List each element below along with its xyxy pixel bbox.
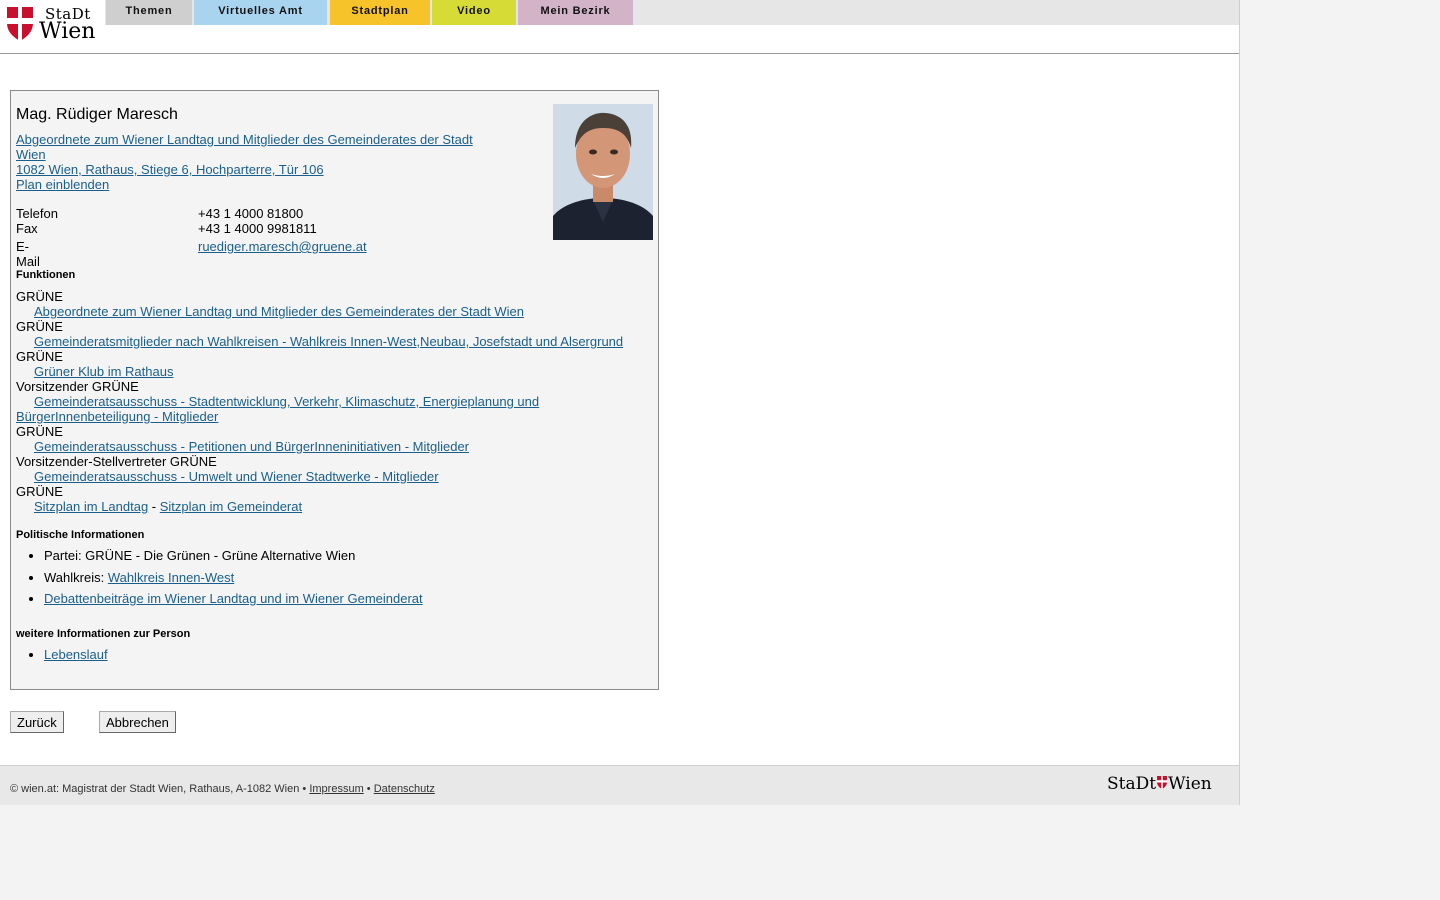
functions-list: GRÜNE Abgeordnete zum Wiener Landtag und… [16,289,646,514]
person-photo [553,104,653,240]
debatten-item: Debattenbeiträge im Wiener Landtag und i… [44,591,423,606]
sitzplan-landtag-link[interactable]: Sitzplan im Landtag [34,499,148,514]
header: StaDt Wien Themen Virtuelles Amt Stadtpl… [0,0,1239,54]
main-navigation: Themen Virtuelles Amt Stadtplan Video Me… [105,0,1239,25]
function-link[interactable]: Grüner Klub im Rathaus [16,364,646,379]
impressum-link[interactable]: Impressum [309,783,363,795]
back-button[interactable]: Zurück [10,711,64,733]
function-link[interactable]: Abgeordnete zum Wiener Landtag und Mitgl… [16,304,646,319]
function-role: Vorsitzender GRÜNE [16,379,139,394]
wien-shield-icon [7,7,33,41]
phone-label: Telefon [16,206,58,221]
cancel-button[interactable]: Abbrechen [99,711,176,733]
function-link[interactable]: Gemeinderatsausschuss - Petitionen und B… [16,439,646,454]
function-role: Vorsitzender-Stellvertreter GRÜNE [16,454,217,469]
fax-label: Fax [16,221,38,236]
footer-logo[interactable]: StaDt Wien [1107,774,1212,794]
lebenslauf-item: Lebenslauf [44,647,108,662]
political-heading: Politische Informationen [16,529,145,541]
functions-heading: Funktionen [16,269,76,281]
function-link-continued[interactable]: BürgerInnenbeteiligung - Mitglieder [16,409,646,424]
footer: © wien.at: Magistrat der Stadt Wien, Rat… [0,765,1239,805]
stadt-wien-logo[interactable]: StaDt Wien [7,5,99,45]
tab-mein-bezirk[interactable]: Mein Bezirk [518,0,633,25]
person-detail-box: Mag. Rüdiger Maresch Abgeordnete zum Wie… [10,90,659,690]
address-link[interactable]: 1082 Wien, Rathaus, Stiege 6, Hochparter… [16,162,324,177]
party-item: Partei: GRÜNE - Die Grünen - Grüne Alter… [44,548,423,563]
phone-value: +43 1 4000 81800 [198,206,304,221]
tab-virtuelles-amt[interactable]: Virtuelles Amt [194,0,327,25]
email-label: E-Mail [16,239,40,269]
footer-shield-icon [1157,776,1168,789]
political-list: Partei: GRÜNE - Die Grünen - Grüne Alter… [11,548,423,613]
tab-video[interactable]: Video [432,0,516,25]
debatten-link[interactable]: Debattenbeiträge im Wiener Landtag und i… [44,591,423,606]
more-info-heading: weitere Informationen zur Person [16,628,191,640]
wahlkreis-item: Wahlkreis: Wahlkreis Innen-West [44,570,423,585]
tab-stadtplan[interactable]: Stadtplan [330,0,430,25]
sitzplan-gemeinderat-link[interactable]: Sitzplan im Gemeinderat [160,499,302,514]
lebenslauf-link[interactable]: Lebenslauf [44,647,108,662]
function-role: GRÜNE [16,349,63,364]
function-role: GRÜNE [16,319,63,334]
function-link[interactable]: Gemeinderatsausschuss - Stadtentwicklung… [16,394,646,409]
fax-value: +43 1 4000 9981811 [198,221,317,236]
sitzplan-row: Sitzplan im Landtag - Sitzplan im Gemein… [16,499,646,514]
wahlkreis-link[interactable]: Wahlkreis Innen-West [108,570,234,585]
function-role: GRÜNE [16,424,63,439]
email-link[interactable]: ruediger.maresch@gruene.at [198,239,367,254]
sitzplan-separator: - [148,499,160,514]
logo-wien-text: Wien [39,19,96,44]
page: StaDt Wien Themen Virtuelles Amt Stadtpl… [0,0,1240,805]
more-info-list: Lebenslauf [11,647,108,669]
person-name: Mag. Rüdiger Maresch [16,106,178,123]
function-link[interactable]: Gemeinderatsmitglieder nach Wahlkreisen … [16,334,646,349]
function-role: GRÜNE [16,484,63,499]
datenschutz-link[interactable]: Datenschutz [374,783,435,795]
role-link[interactable]: Abgeordnete zum Wiener Landtag und Mitgl… [16,132,473,162]
plan-link[interactable]: Plan einblenden [16,177,109,192]
address-block: Abgeordnete zum Wiener Landtag und Mitgl… [16,132,486,192]
footer-text: © wien.at: Magistrat der Stadt Wien, Rat… [10,783,435,795]
function-link[interactable]: Gemeinderatsausschuss - Umwelt und Wiene… [16,469,646,484]
tab-themen[interactable]: Themen [106,0,192,25]
function-role: GRÜNE [16,289,63,304]
